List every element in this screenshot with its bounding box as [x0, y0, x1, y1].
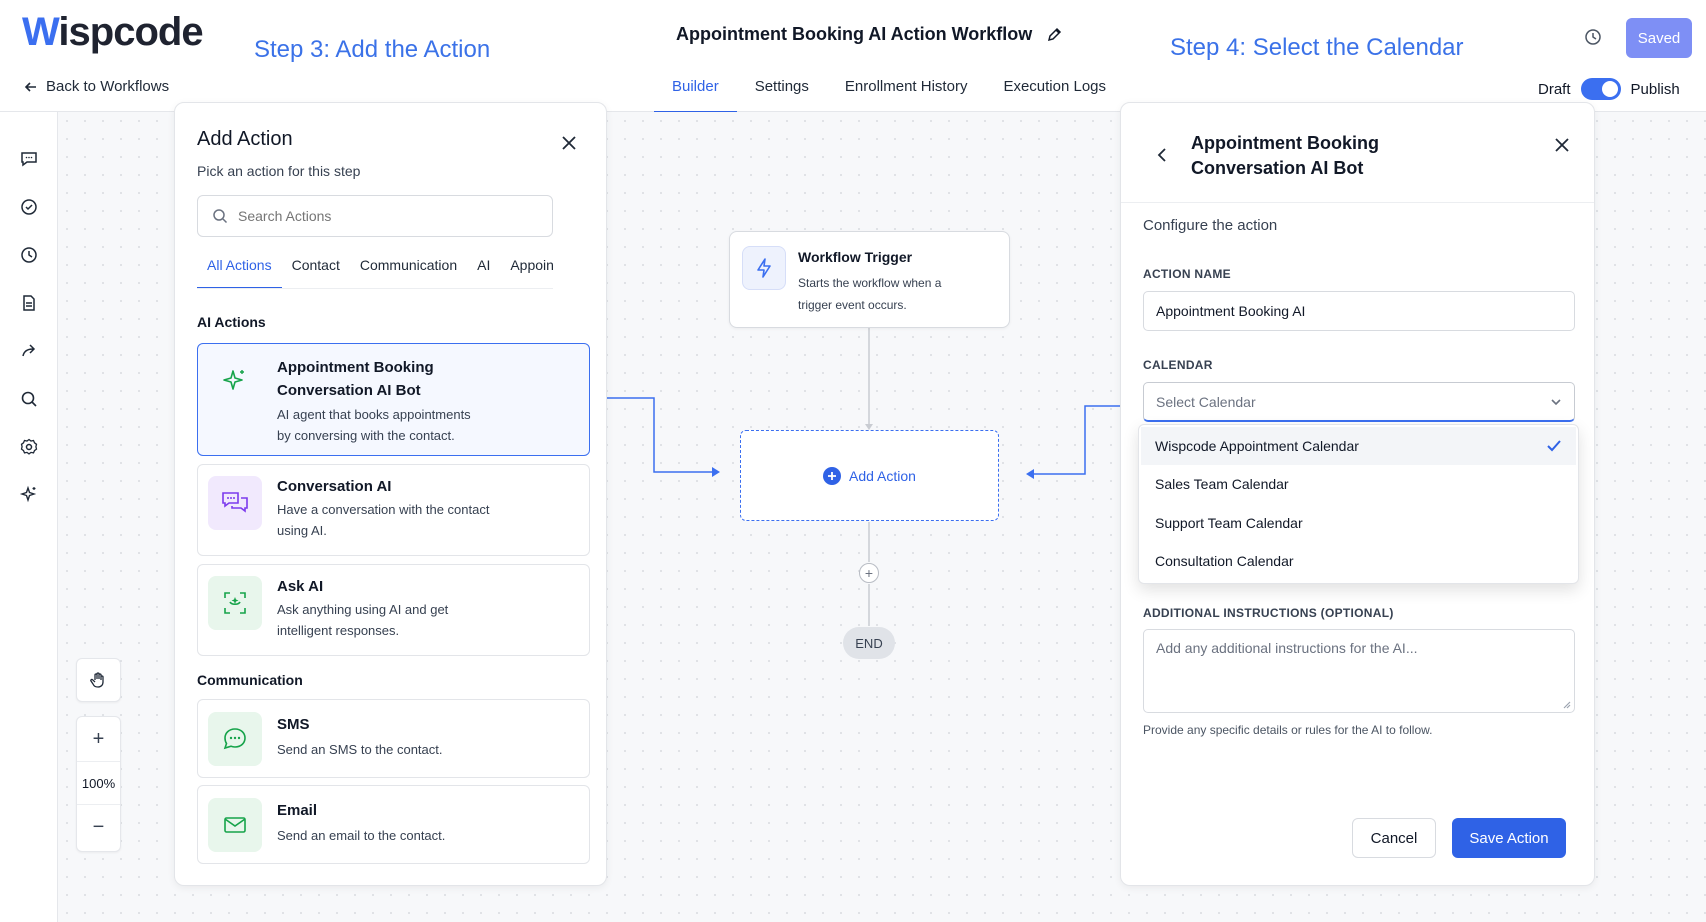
- config-panel-title: Appointment Booking Conversation AI Bot: [1191, 131, 1379, 181]
- action-name-label: ACTION NAME: [1143, 267, 1231, 281]
- tab-communication[interactable]: Communication: [350, 249, 467, 288]
- conversation-icon-box: [208, 476, 262, 530]
- message-icon: [223, 728, 246, 750]
- action-card-conversation-ai[interactable]: Conversation AI Have a conversation with…: [197, 464, 590, 556]
- card-title: SMS: [277, 716, 310, 733]
- add-action-subtitle: Pick an action for this step: [197, 163, 361, 179]
- close-icon[interactable]: [1554, 137, 1570, 153]
- tab-contact[interactable]: Contact: [282, 249, 350, 288]
- add-step-button[interactable]: +: [859, 563, 879, 583]
- lightning-icon: [757, 258, 771, 278]
- plus-circle-icon: [823, 466, 842, 485]
- checkmark-icon: [1547, 440, 1561, 452]
- card-description: AI agent that books appointments by conv…: [277, 404, 471, 446]
- trigger-title: Workflow Trigger: [798, 249, 913, 265]
- save-action-button[interactable]: Save Action: [1452, 818, 1566, 858]
- configure-section-label: Configure the action: [1143, 217, 1278, 234]
- action-name-input[interactable]: Appointment Booking AI: [1143, 291, 1575, 331]
- annotation-arrowhead-step3: [712, 467, 720, 477]
- ai-sparkle-icon-box: [208, 354, 262, 408]
- action-card-appointment-booking-ai[interactable]: Appointment Booking Conversation AI Bot …: [197, 343, 590, 456]
- card-title-line1: Appointment Booking: [277, 359, 434, 376]
- calendar-label: CALENDAR: [1143, 358, 1213, 372]
- close-icon[interactable]: [561, 135, 577, 151]
- calendar-option-wispcode[interactable]: Wispcode Appointment Calendar: [1141, 427, 1576, 465]
- card-title-line2: Conversation AI Bot: [277, 382, 421, 399]
- config-divider: [1121, 202, 1594, 203]
- cancel-button[interactable]: Cancel: [1352, 818, 1436, 858]
- tab-ai[interactable]: AI: [467, 249, 500, 288]
- calendar-dropdown-menu: Wispcode Appointment Calendar Sales Team…: [1138, 424, 1579, 584]
- sparkle-icon: [223, 370, 244, 390]
- card-desc-line1: Have a conversation with the contact: [277, 502, 490, 517]
- card-desc-line1: Ask anything using AI and get: [277, 602, 449, 617]
- instructions-help-text: Provide any specific details or rules fo…: [1143, 723, 1433, 737]
- calendar-select-placeholder: Select Calendar: [1156, 393, 1256, 410]
- calendar-option-sales[interactable]: Sales Team Calendar: [1141, 465, 1576, 503]
- config-title-line2: Conversation AI Bot: [1191, 158, 1364, 178]
- add-action-panel: Add Action Pick an action for this step …: [174, 102, 607, 886]
- search-icon: [213, 209, 228, 224]
- calendar-option-consultation[interactable]: Consultation Calendar: [1141, 542, 1576, 580]
- trigger-desc-line1: Starts the workflow when a: [798, 276, 942, 290]
- card-description: Send an email to the contact.: [277, 828, 446, 843]
- add-action-node[interactable]: Add Action: [740, 430, 999, 521]
- card-description: Have a conversation with the contact usi…: [277, 499, 489, 541]
- card-desc-line2: using AI.: [277, 523, 327, 538]
- instructions-label: ADDITIONAL INSTRUCTIONS (OPTIONAL): [1143, 606, 1394, 620]
- search-actions-box[interactable]: [197, 195, 553, 237]
- config-title-line1: Appointment Booking: [1191, 133, 1379, 153]
- card-desc-line1: AI agent that books appointments: [277, 407, 471, 422]
- instructions-textarea[interactable]: Add any additional instructions for the …: [1143, 629, 1575, 713]
- annotation-arrow-step3: [590, 397, 712, 473]
- card-description: Send an SMS to the contact.: [277, 742, 443, 757]
- action-category-tabs: All Actions Contact Communication AI App…: [197, 249, 553, 289]
- card-title: Conversation AI: [277, 478, 392, 495]
- mail-icon: [224, 817, 246, 833]
- chat-bubbles-icon: [222, 492, 248, 513]
- card-desc-line2: by conversing with the contact.: [277, 428, 455, 443]
- trigger-desc-line2: trigger event occurs.: [798, 298, 907, 312]
- resize-handle-icon[interactable]: [1561, 699, 1571, 709]
- end-node: END: [843, 627, 895, 659]
- search-actions-input[interactable]: [238, 208, 538, 224]
- trigger-description: Starts the workflow when a trigger event…: [798, 272, 941, 316]
- ai-actions-heading: AI Actions: [197, 314, 266, 330]
- action-card-email[interactable]: Email Send an email to the contact.: [197, 785, 590, 864]
- chevron-left-icon[interactable]: [1155, 147, 1169, 163]
- annotation-arrowhead-step4: [1026, 469, 1034, 479]
- card-description: Ask anything using AI and get intelligen…: [277, 599, 448, 641]
- card-title: Email: [277, 802, 318, 819]
- scan-face-icon: [224, 592, 246, 614]
- calendar-select[interactable]: Select Calendar: [1143, 382, 1575, 422]
- card-desc-line2: intelligent responses.: [277, 623, 400, 638]
- tab-all-actions[interactable]: All Actions: [197, 249, 282, 288]
- instructions-placeholder: Add any additional instructions for the …: [1156, 640, 1418, 656]
- calendar-option-support[interactable]: Support Team Calendar: [1141, 504, 1576, 542]
- action-card-sms[interactable]: SMS Send an SMS to the contact.: [197, 699, 590, 778]
- trigger-icon-box: [742, 246, 786, 290]
- communication-heading: Communication: [197, 672, 303, 688]
- ask-ai-icon-box: [208, 576, 262, 630]
- email-icon-box: [208, 798, 262, 852]
- action-card-ask-ai[interactable]: Ask AI Ask anything using AI and get int…: [197, 564, 590, 656]
- card-title: Ask AI: [277, 578, 324, 595]
- add-action-title: Add Action: [197, 128, 293, 150]
- tab-appointments[interactable]: Appoin: [500, 249, 553, 288]
- option-label: Wispcode Appointment Calendar: [1155, 438, 1359, 454]
- sms-icon-box: [208, 712, 262, 766]
- workflow-trigger-node[interactable]: Workflow Trigger Starts the workflow whe…: [729, 231, 1010, 328]
- chevron-down-icon: [1551, 399, 1561, 406]
- card-title: Appointment Booking Conversation AI Bot: [277, 356, 434, 402]
- add-action-node-label: Add Action: [849, 467, 916, 484]
